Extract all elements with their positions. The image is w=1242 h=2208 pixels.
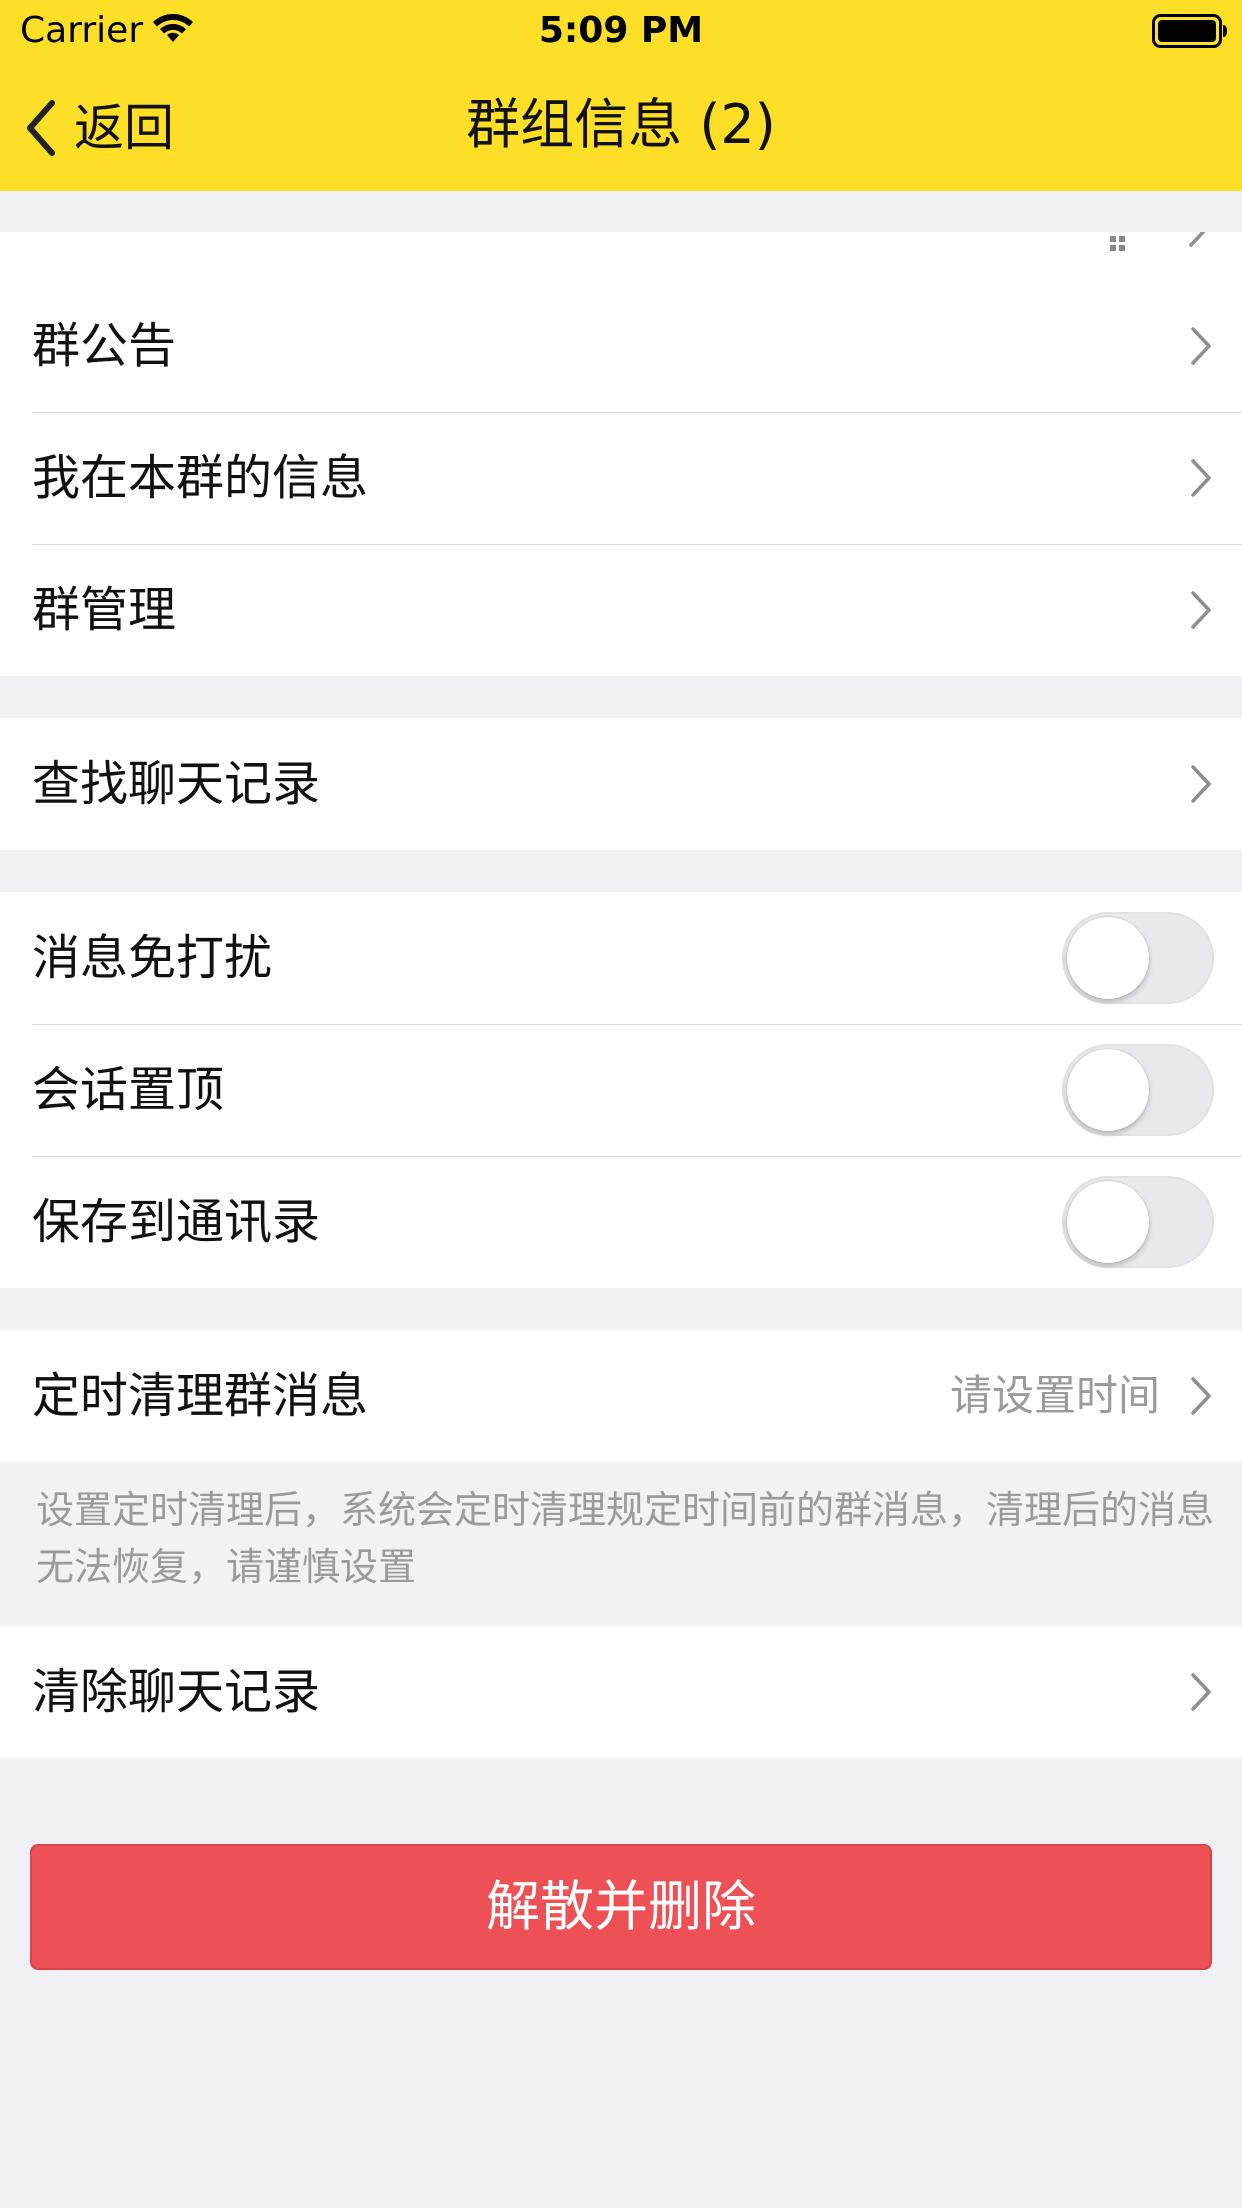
chevron-right-icon [1191, 1377, 1211, 1415]
battery-icon [1152, 14, 1227, 48]
row-label: 消息免打扰 [32, 930, 273, 986]
nav-bar: 返回 群组信息 (2) [0, 62, 1242, 191]
toggle-knob [1067, 1049, 1149, 1131]
pin-chat-toggle[interactable] [1062, 1044, 1214, 1136]
row-label: 清除聊天记录 [32, 1664, 321, 1720]
dissolve-and-delete-button[interactable]: 解散并删除 [30, 1844, 1212, 1970]
chevron-right-icon [1191, 1673, 1211, 1711]
clipped-list-row[interactable] [0, 232, 1242, 280]
mute-toggle[interactable] [1062, 912, 1214, 1004]
chevron-right-icon [1191, 327, 1211, 365]
row-label: 我在本群的信息 [32, 450, 369, 506]
qr-code-icon [1110, 236, 1125, 251]
group-toggles: 消息免打扰 会话置顶 保存到通讯录 [0, 892, 1242, 1288]
row-label: 查找聊天记录 [32, 756, 321, 812]
app-header: Carrier 5:09 PM 返回 群组信息 (2) [0, 0, 1242, 191]
list-item-clear-history[interactable]: 清除聊天记录 [0, 1626, 1242, 1758]
group-timed-clean: 定时清理群消息 请设置时间 [0, 1330, 1242, 1462]
chevron-right-icon [1189, 232, 1206, 247]
list-item-my-group-info[interactable]: 我在本群的信息 [0, 412, 1242, 544]
row-label: 群管理 [32, 582, 177, 638]
list-item-search-history[interactable]: 查找聊天记录 [0, 718, 1242, 850]
row-value: 请设置时间 [949, 1371, 1160, 1420]
list-item-timed-clean[interactable]: 定时清理群消息 请设置时间 [0, 1330, 1242, 1462]
dissolve-and-delete-label: 解散并删除 [486, 1875, 756, 1938]
timed-clean-note: 设置定时清理后，系统会定时清理规定时间前的群消息，清理后的消息无法恢复，请谨慎设… [0, 1462, 1242, 1626]
row-label: 保存到通讯录 [32, 1194, 321, 1250]
list-item-save-to-contacts: 保存到通讯录 [0, 1156, 1242, 1288]
note-text: 设置定时清理后，系统会定时清理规定时间前的群消息，清理后的消息无法恢复，请谨慎设… [36, 1488, 1215, 1589]
chevron-right-icon [1191, 765, 1211, 803]
toggle-knob [1067, 917, 1149, 999]
group-info: 群公告 我在本群的信息 群管理 [0, 280, 1242, 676]
list-item-mute: 消息免打扰 [0, 892, 1242, 1024]
group-clear: 清除聊天记录 [0, 1626, 1242, 1758]
status-bar: Carrier 5:09 PM [0, 0, 1242, 62]
group-search: 查找聊天记录 [0, 718, 1242, 850]
row-label: 群公告 [32, 318, 177, 374]
list-item-group-management[interactable]: 群管理 [0, 544, 1242, 676]
toggle-knob [1067, 1181, 1149, 1263]
row-label: 定时清理群消息 [32, 1368, 369, 1424]
list-item-pin-chat: 会话置顶 [0, 1024, 1242, 1156]
row-label: 会话置顶 [32, 1062, 225, 1118]
save-to-contacts-toggle[interactable] [1062, 1176, 1214, 1268]
chevron-right-icon [1191, 459, 1211, 497]
list-item-announcement[interactable]: 群公告 [0, 280, 1242, 412]
chevron-right-icon [1191, 591, 1211, 629]
clock: 5:09 PM [538, 10, 704, 51]
page-title: 群组信息 (2) [466, 93, 776, 156]
